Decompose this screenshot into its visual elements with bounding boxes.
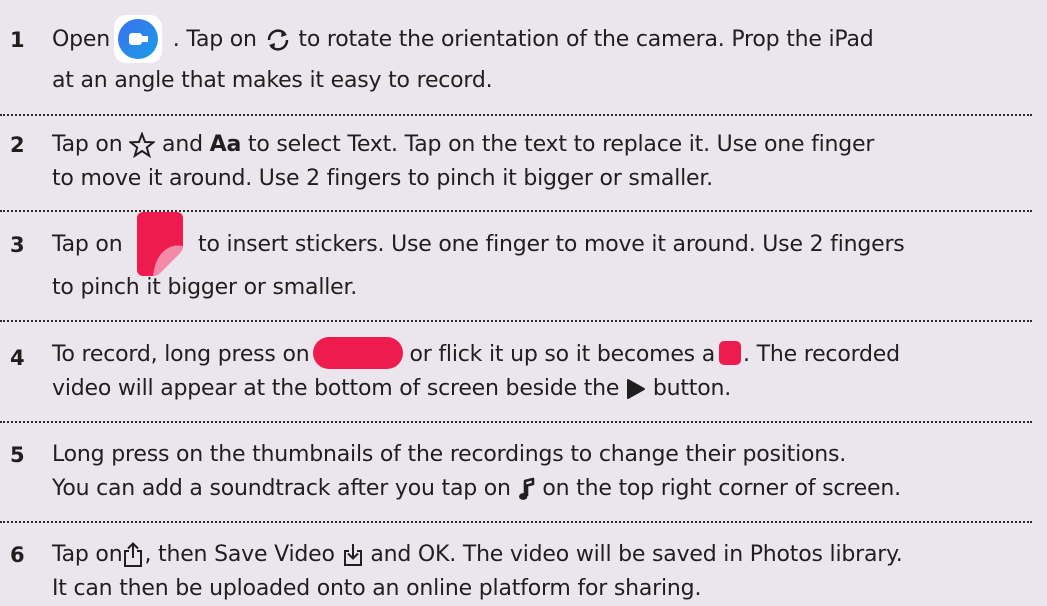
step-number: 3 bbox=[10, 233, 25, 257]
step-text-line-2: It can then be uploaded onto an online p… bbox=[52, 576, 702, 601]
step-number: 5 bbox=[10, 443, 25, 467]
save-video-icon bbox=[343, 544, 362, 566]
record-pill-icon bbox=[313, 337, 404, 369]
step-text-line-2: to move it around. Use 2 fingers to pinc… bbox=[52, 166, 713, 191]
step-text-line-1: Tap on , then Save Video and OK. The vid… bbox=[52, 542, 903, 567]
step-text-line-1: Tap on to insert stickers. Use one finge… bbox=[52, 212, 905, 276]
step-text-line-1: To record, long press on or flick it up s… bbox=[52, 337, 900, 372]
divider bbox=[0, 114, 1032, 116]
step-text-line-1: Open . Tap on to rotate the orientation … bbox=[52, 15, 874, 63]
music-note-icon bbox=[518, 477, 534, 500]
play-icon bbox=[627, 379, 646, 399]
sticker-icon bbox=[137, 212, 184, 276]
step-text-line-2: video will appear at the bottom of scree… bbox=[52, 376, 731, 401]
step-text-line-1: Tap on and Aa to select Text. Tap on the… bbox=[52, 131, 875, 159]
rotate-camera-icon bbox=[267, 29, 288, 51]
step-text-line-2: You can add a soundtrack after you tap o… bbox=[52, 476, 901, 501]
step-number: 1 bbox=[10, 28, 25, 52]
stop-square-icon bbox=[719, 341, 742, 365]
star-icon bbox=[127, 131, 157, 159]
instructions-page: 1 Open . Tap on to rotate the orientatio… bbox=[0, 0, 1047, 604]
divider bbox=[0, 521, 1032, 523]
step-text-line-2: at an angle that makes it easy to record… bbox=[52, 68, 493, 93]
share-icon bbox=[124, 542, 143, 567]
divider bbox=[0, 421, 1032, 423]
step-number: 6 bbox=[10, 543, 25, 567]
text-tool-icon: Aa bbox=[209, 132, 242, 157]
step-number: 4 bbox=[10, 346, 25, 370]
camera-app-icon bbox=[113, 15, 162, 63]
step-number: 2 bbox=[10, 133, 25, 157]
step-text-line-2: to pinch it bigger or smaller. bbox=[52, 275, 358, 300]
step-text-line-1: Long press on the thumbnails of the reco… bbox=[52, 442, 847, 467]
divider bbox=[0, 320, 1032, 322]
